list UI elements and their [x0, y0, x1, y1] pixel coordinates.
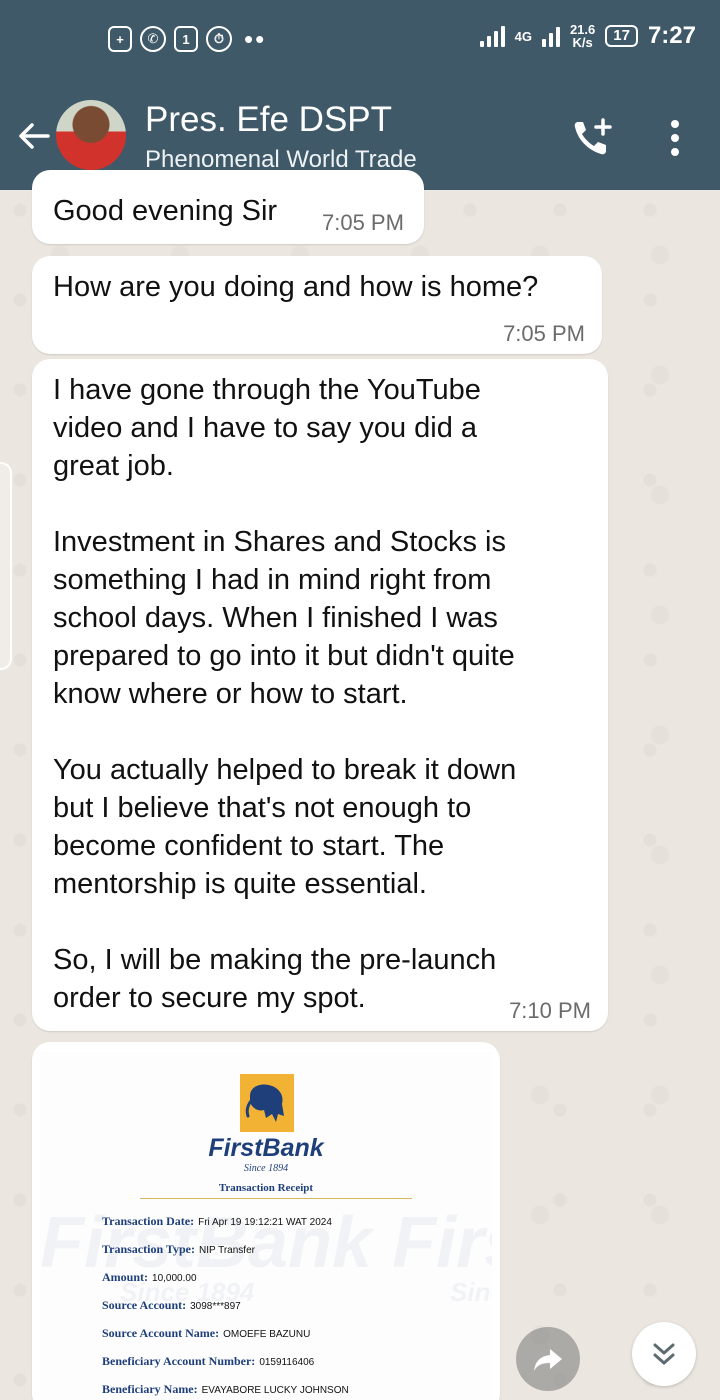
message-time: 7:05 PM	[322, 210, 404, 235]
more-vert-icon[interactable]	[660, 116, 690, 160]
receipt-divider	[140, 1198, 412, 1199]
receipt-row: Amount: 10,000.00	[102, 1270, 197, 1284]
battery-saver-icon: +	[108, 26, 132, 52]
wifi-signal-icon	[541, 25, 560, 47]
bank-since: Since 1894	[243, 1163, 289, 1174]
receipt-row: Beneficiary Name: EVAYABORE LUCKY JOHNSON	[102, 1382, 349, 1396]
avatar[interactable]	[56, 100, 126, 170]
net-speed: 21.6 K/s	[569, 22, 596, 50]
receipt-row: Source Account Name: OMOEFE BAZUNU	[102, 1326, 311, 1340]
add-call-icon[interactable]	[570, 116, 614, 160]
message-bubble[interactable]: How are you doing and how is home? 7:05 …	[32, 256, 602, 354]
back-arrow-icon[interactable]	[14, 116, 54, 156]
message-time: 7:10 PM	[509, 998, 591, 1023]
top-bar: + ✆ 1 ⏱ •• 4G 21.6 K/s 17 7:27 Pres. Efe…	[0, 0, 720, 190]
message-bubble[interactable]: Good evening Sir 7:05 PM	[32, 170, 424, 244]
receipt-row: Beneficiary Account Number: 0159116406	[102, 1354, 315, 1368]
status-bar: + ✆ 1 ⏱ •• 4G 21.6 K/s 17 7:27	[0, 0, 720, 80]
scroll-to-bottom-button[interactable]	[632, 1322, 696, 1386]
edge-panel-handle[interactable]	[0, 462, 12, 670]
more-dots-icon: ••	[244, 24, 267, 54]
message-text: Good evening Sir	[53, 195, 278, 227]
status-right: 4G 21.6 K/s 17 7:27	[479, 22, 696, 50]
whatsapp-icon: ✆	[140, 26, 166, 52]
notification-icons: + ✆ 1 ⏱ ••	[108, 26, 266, 52]
message-time: 7:05 PM	[503, 321, 585, 346]
transaction-receipt-image[interactable]: FirstBank First Since 1894 Sinc FirstBan…	[40, 1052, 492, 1400]
battery-indicator: 17	[605, 25, 638, 47]
receipt-row: Source Account: 3098***897	[102, 1298, 241, 1312]
contact-name[interactable]: Pres. Efe DSPT	[145, 100, 392, 140]
double-chevron-down-icon	[653, 1343, 675, 1365]
message-text: I have gone through the YouTube video an…	[53, 374, 517, 1014]
alarm-icon: ⏱	[206, 26, 232, 52]
receipt-row: Transaction Type: NIP Transfer	[102, 1242, 255, 1256]
receipt-watermark-since-2: Sinc	[450, 1277, 492, 1307]
image-message-bubble[interactable]: FirstBank First Since 1894 Sinc FirstBan…	[32, 1042, 500, 1400]
forward-button[interactable]	[516, 1327, 580, 1391]
network-type: 4G	[514, 28, 532, 44]
bank-name: FirstBank	[208, 1134, 324, 1162]
signal-icon	[479, 25, 505, 47]
calendar-icon: 1	[174, 26, 198, 52]
message-bubble[interactable]: I have gone through the YouTube video an…	[32, 359, 608, 1031]
firstbank-logo-icon	[240, 1074, 294, 1132]
forward-icon	[534, 1349, 562, 1371]
status-time: 7:27	[647, 22, 696, 49]
message-text: How are you doing and how is home?	[53, 271, 539, 303]
receipt-row: Transaction Date: Fri Apr 19 19:12:21 WAT…	[102, 1214, 332, 1228]
receipt-title: Transaction Receipt	[218, 1182, 314, 1194]
